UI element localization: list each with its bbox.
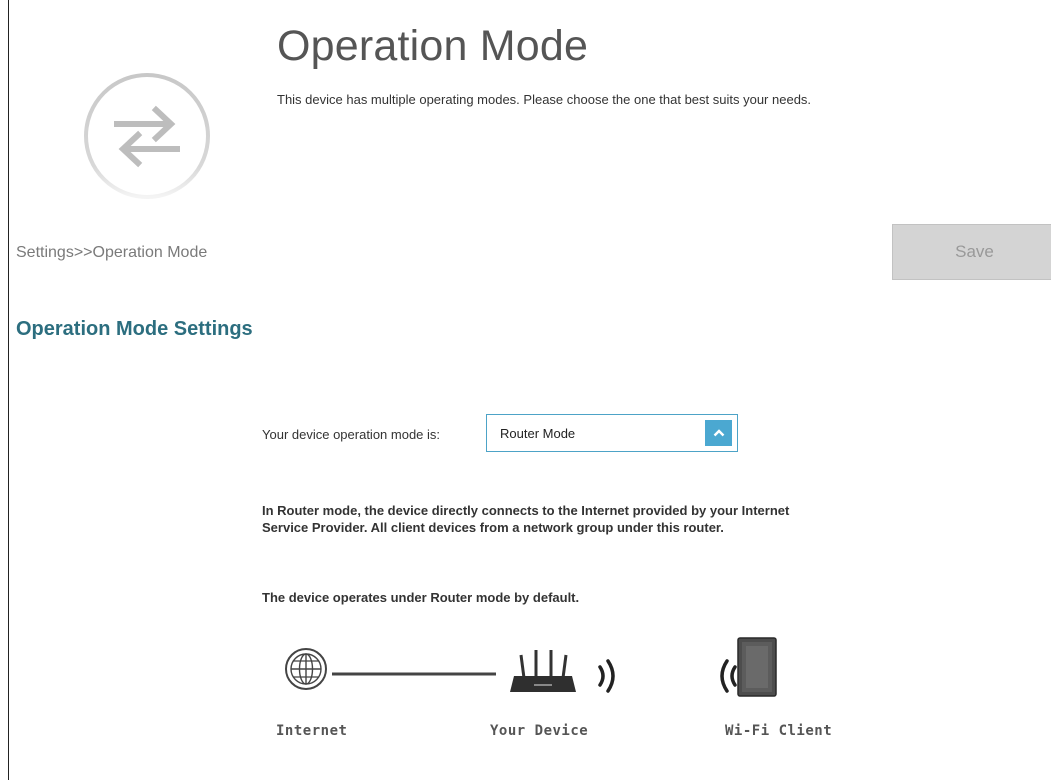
wifi-signal-icon (598, 659, 615, 693)
router-icon (510, 650, 576, 692)
swap-arrows-icon (80, 70, 214, 200)
section-title: Operation Mode Settings (16, 318, 253, 340)
internet-label: Internet (276, 723, 348, 739)
default-mode-note: The device operates under Router mode by… (262, 590, 580, 605)
left-border (8, 0, 9, 780)
globe-icon (285, 648, 327, 690)
page-title: Operation Mode (277, 22, 589, 70)
mode-description: In Router mode, the device directly conn… (262, 503, 790, 535)
operation-mode-select[interactable]: Router Mode (486, 414, 738, 452)
page-description: This device has multiple operating modes… (277, 92, 812, 107)
breadcrumb: Settings>>Operation Mode (16, 244, 208, 261)
wifi-client-label: Wi-Fi Client (725, 723, 833, 739)
chevron-up-icon[interactable] (705, 420, 732, 446)
operation-mode-label: Your device operation mode is: (262, 427, 441, 442)
save-button[interactable]: Save (892, 224, 1051, 280)
tablet-icon (737, 637, 777, 697)
operation-mode-value: Router Mode (500, 426, 576, 441)
network-diagram: Internet Your Device Wi-Fi Client (270, 630, 870, 750)
wifi-signal-icon (720, 659, 737, 693)
your-device-label: Your Device (490, 723, 589, 739)
